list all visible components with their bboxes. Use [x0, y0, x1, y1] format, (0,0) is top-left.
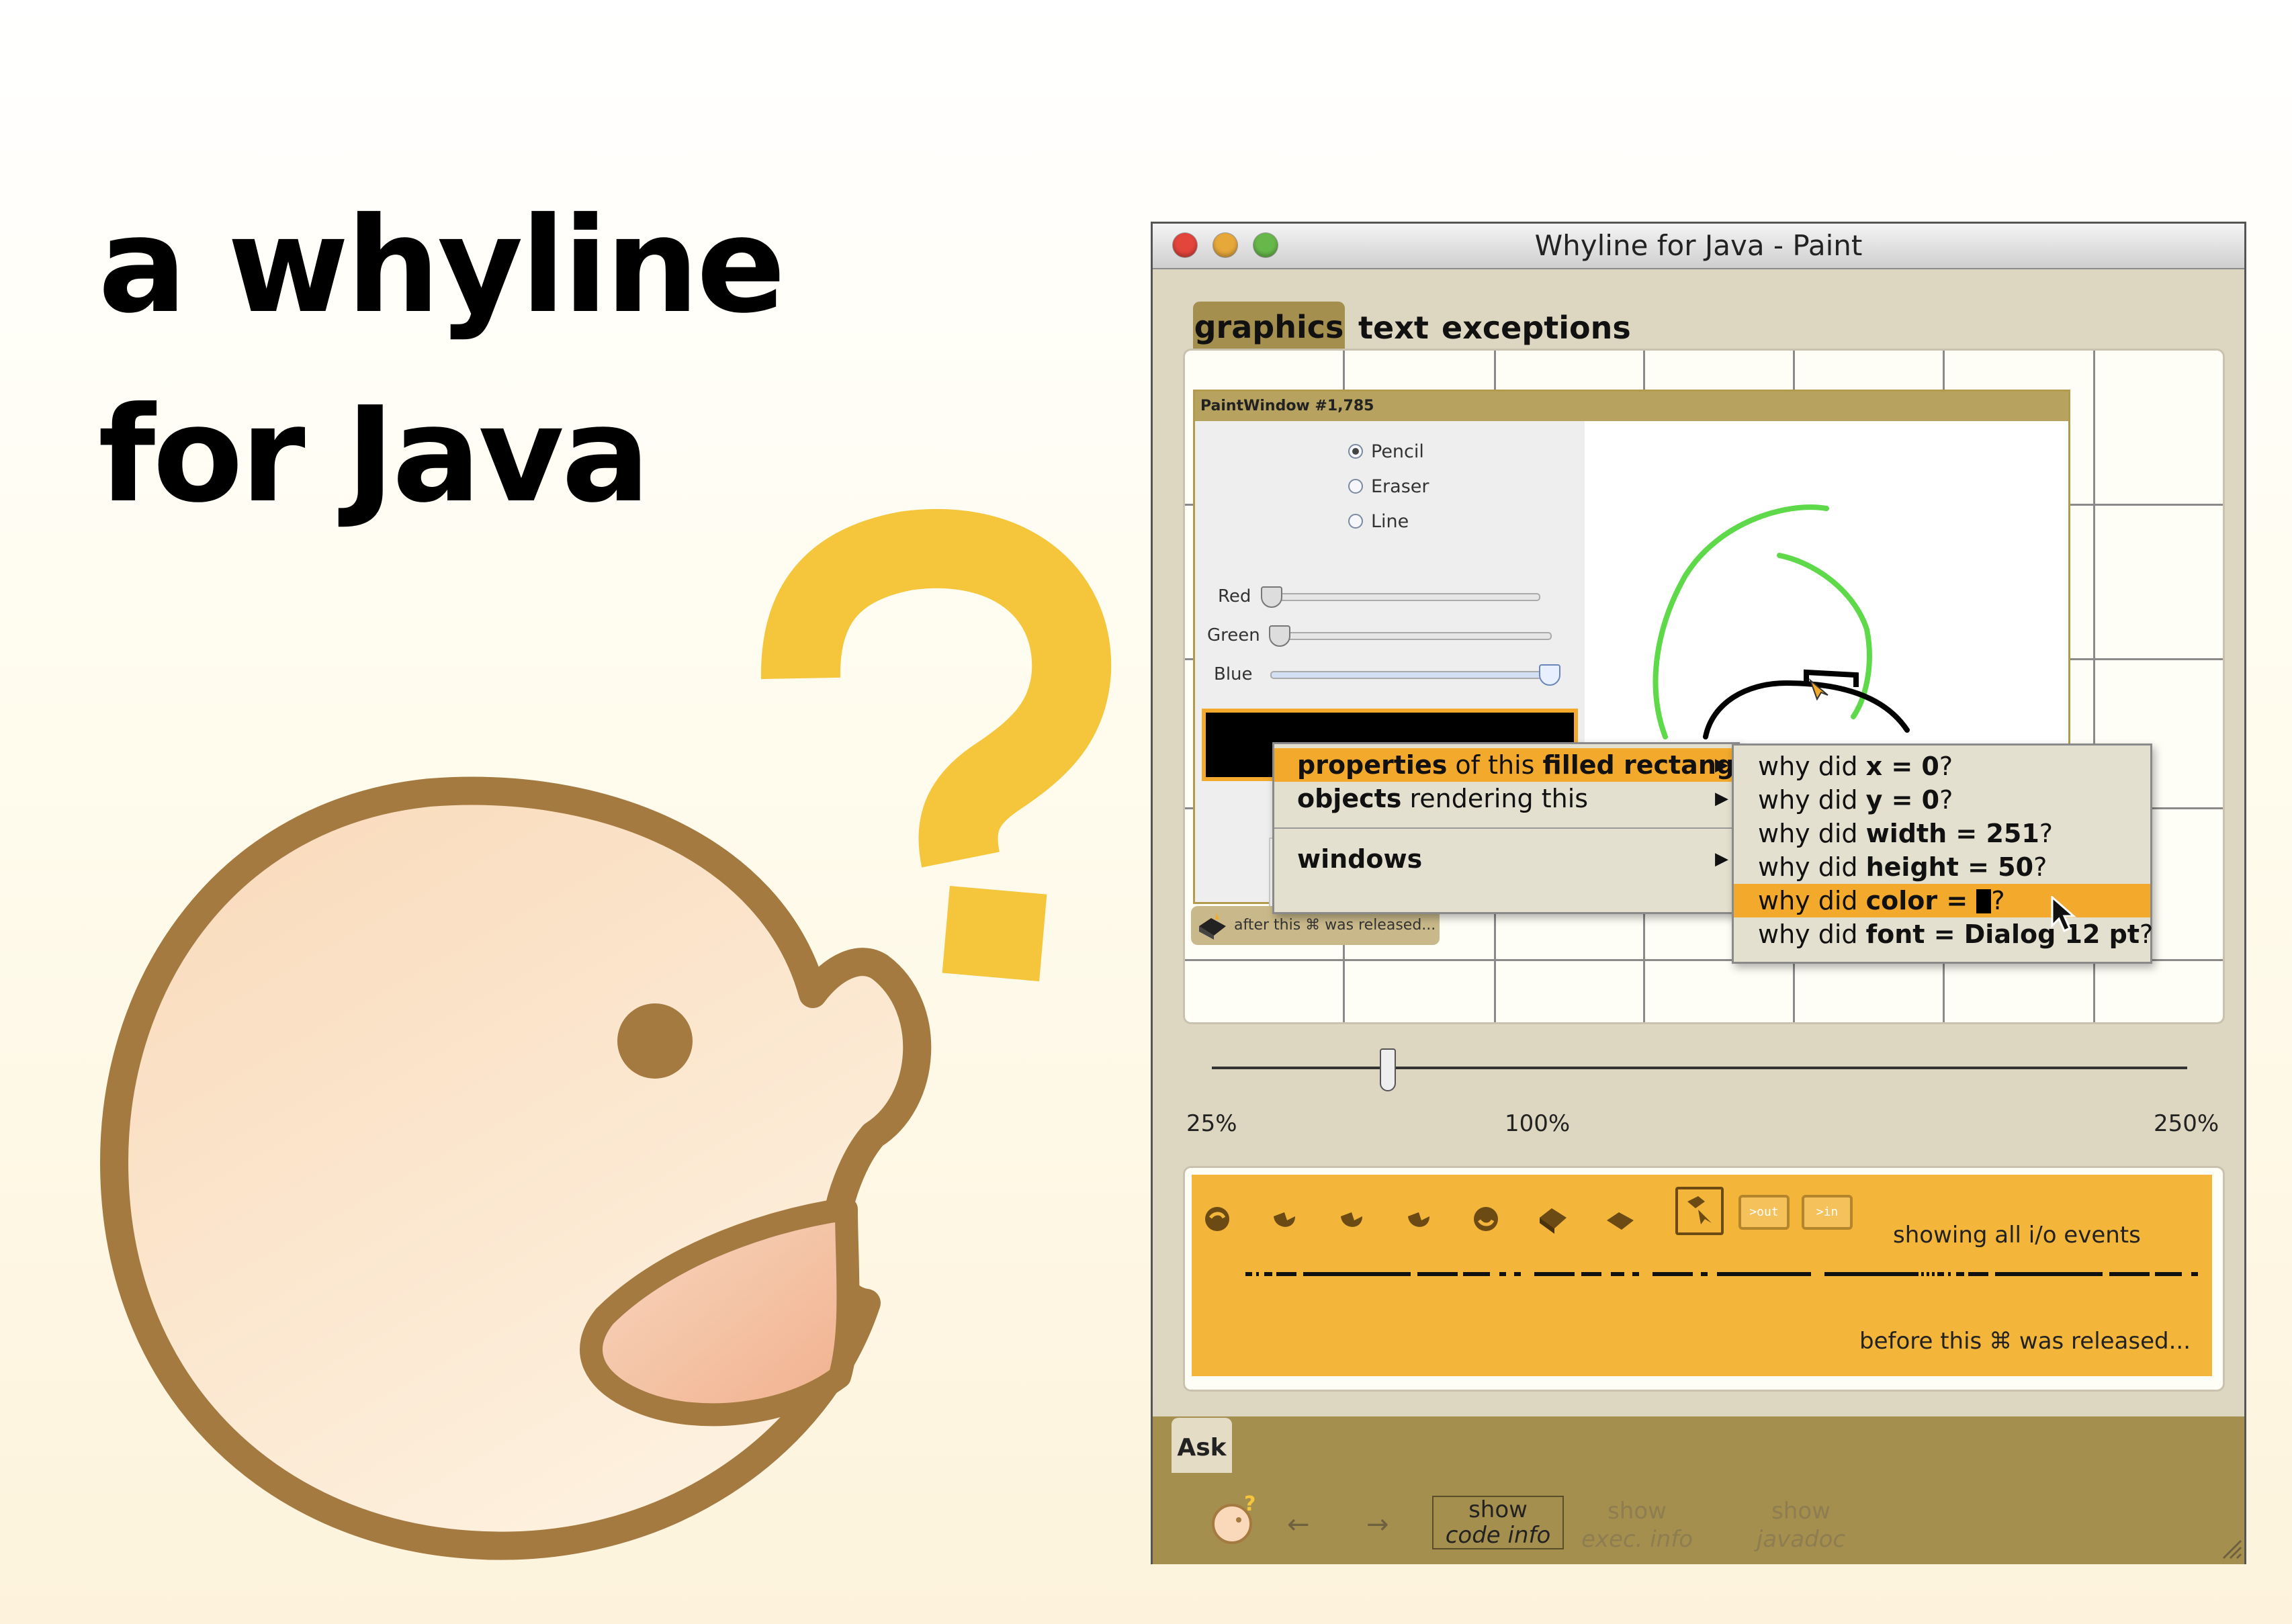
keyboard-event-icon [1199, 913, 1226, 940]
show-code-info-button[interactable]: show code info [1432, 1496, 1564, 1549]
blue-slider[interactable] [1270, 671, 1552, 679]
forward-arrow-button[interactable]: → [1366, 1509, 1389, 1540]
input-event-box[interactable]: >in [1802, 1195, 1853, 1230]
whyline-window: Whyline for Java - Paint graphics text e… [1151, 222, 2246, 1564]
io-event-timeline[interactable]: >out >in showing all i/o events before t… [1192, 1175, 2212, 1376]
tab-graphics[interactable]: graphics [1193, 302, 1345, 350]
why-item-width[interactable]: why did width = 251? [1734, 817, 2150, 850]
eraser-label: Eraser [1371, 476, 1429, 497]
why-item-x[interactable]: why did x = 0? [1734, 750, 2150, 783]
menu-item-windows[interactable]: windows ▶ [1274, 842, 1738, 876]
key-release-icon [1687, 1196, 1712, 1224]
mouse-pointer-icon [2051, 896, 2076, 933]
show-exec-info-button[interactable]: show exec. info [1580, 1497, 1694, 1553]
timeline-status: showing all i/o events [1893, 1222, 2141, 1249]
green-slider[interactable] [1270, 632, 1552, 640]
zoom-mid-label: 100% [1505, 1110, 1571, 1137]
zoom-max-label: 250% [2154, 1110, 2219, 1137]
why-item-height[interactable]: why did height = 50? [1734, 850, 2150, 884]
menu-separator [1274, 827, 1738, 829]
mouse-event-icon[interactable] [1201, 1203, 1233, 1235]
tab-ask[interactable]: Ask [1172, 1418, 1232, 1473]
why-submenu: why did x = 0? why did y = 0? why did wi… [1732, 743, 2153, 964]
red-slider[interactable] [1262, 593, 1540, 601]
face-illustration [100, 508, 1112, 1560]
menu-item-objects[interactable]: objects rendering this ▶ [1274, 782, 1738, 815]
timeline-panel: >out >in showing all i/o events before t… [1183, 1166, 2225, 1392]
context-menu: properties of this filled rectangle ▶ ob… [1272, 742, 1761, 914]
back-arrow-button[interactable]: ← [1287, 1509, 1310, 1540]
face [100, 776, 932, 1560]
event-trace [1245, 1272, 2206, 1276]
output-event-box[interactable]: >out [1738, 1195, 1790, 1230]
radio-eraser[interactable] [1348, 479, 1363, 494]
menu-item-properties[interactable]: properties of this filled rectangle ▶ [1274, 748, 1761, 782]
before-event-label: before this ⌘ was released... [1859, 1328, 2191, 1355]
radio-line[interactable] [1348, 514, 1363, 529]
pencil-label: Pencil [1371, 441, 1424, 462]
tab-text[interactable]: text [1358, 307, 1429, 349]
green-slider-thumb[interactable] [1269, 625, 1290, 647]
tab-exceptions[interactable]: exceptions [1442, 307, 1631, 349]
show-javadoc-button[interactable]: show javadoc [1744, 1497, 1858, 1553]
zoom-slider-thumb[interactable] [1380, 1048, 1396, 1091]
blue-label: Blue [1214, 664, 1253, 684]
line-label: Line [1371, 511, 1409, 532]
mouse-event-icon[interactable] [1268, 1203, 1301, 1235]
svg-text:?: ? [1244, 1494, 1255, 1516]
submenu-arrow-icon: ▶ [1715, 788, 1728, 809]
whyline-logo-icon[interactable]: ? [1205, 1494, 1266, 1548]
submenu-arrow-icon: ▶ [1715, 755, 1728, 775]
why-item-font[interactable]: why did font = Dialog 12 pt? [1734, 917, 2153, 951]
red-label: Red [1218, 586, 1251, 606]
green-label: Green [1207, 625, 1260, 645]
mouse-event-icon[interactable] [1470, 1203, 1502, 1235]
mouse-event-icon[interactable] [1403, 1203, 1435, 1235]
selected-event-box[interactable] [1675, 1187, 1724, 1235]
ask-panel [1153, 1416, 2244, 1564]
question-mark-icon [760, 508, 1112, 982]
zoom-slider-track[interactable] [1212, 1067, 2187, 1069]
key-event-icon[interactable] [1537, 1203, 1569, 1235]
radio-pencil[interactable] [1348, 444, 1363, 459]
resize-grip-icon[interactable] [2219, 1537, 2242, 1560]
why-item-y[interactable]: why did y = 0? [1734, 783, 2150, 817]
blue-slider-thumb[interactable] [1539, 664, 1560, 686]
why-item-color[interactable]: why did color = ? [1734, 884, 2150, 917]
red-slider-thumb[interactable] [1261, 586, 1282, 608]
titlebar: Whyline for Java - Paint [1153, 224, 2244, 269]
mouse-event-icon[interactable] [1335, 1203, 1368, 1235]
key-event-icon[interactable] [1604, 1203, 1636, 1235]
paint-window-header: PaintWindow #1,785 [1195, 392, 2068, 421]
color-chip [1976, 889, 1992, 913]
window-title: Whyline for Java - Paint [1534, 229, 1863, 262]
submenu-arrow-icon: ▶ [1715, 849, 1728, 869]
zoom-min-label: 25% [1186, 1110, 1237, 1137]
eye [617, 1003, 693, 1079]
